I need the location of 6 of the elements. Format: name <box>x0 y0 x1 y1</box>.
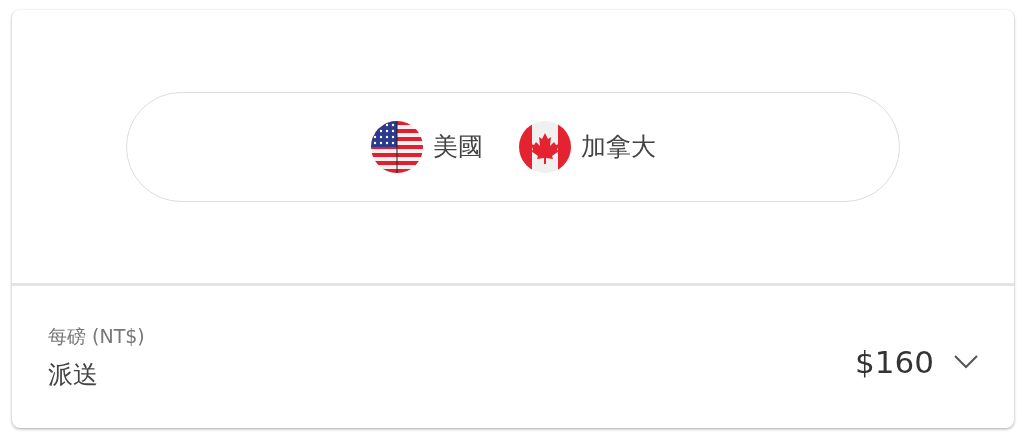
price: $160 <box>855 344 934 380</box>
country-name: 加拿大 <box>580 131 656 163</box>
chevron-down-icon[interactable] <box>954 355 978 369</box>
shipping-method: 派送 <box>48 358 99 391</box>
country-name: 美國 <box>432 131 483 163</box>
rate-label: 每磅 (NT$) <box>48 323 145 349</box>
